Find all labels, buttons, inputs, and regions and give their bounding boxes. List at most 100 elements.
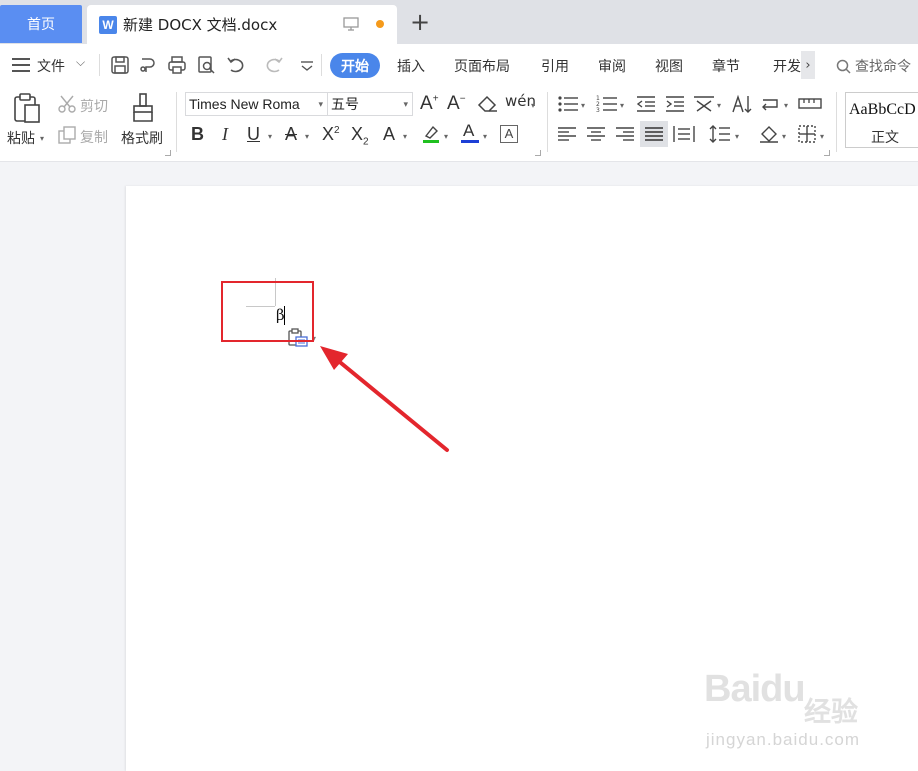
tab-view[interactable]: 视图 — [655, 56, 683, 76]
line-spacing-dropdown-icon[interactable]: ▾ — [735, 132, 739, 141]
menu-bar: 文件 ⌵ ▾ ▾ 开始 插入 页面布局 引用 审阅 视图 章节 开发 › 查找命… — [0, 44, 918, 115]
font-color-dropdown-icon[interactable]: ▾ — [483, 132, 487, 141]
tab-developer[interactable]: 开发 — [773, 56, 801, 76]
more-tabs-button[interactable]: › — [801, 51, 815, 79]
scissors-icon[interactable] — [57, 94, 77, 114]
watermark-url: jingyan.baidu.com — [706, 730, 861, 749]
underline-dropdown-icon[interactable]: ▾ — [268, 132, 272, 141]
tab-references[interactable]: 引用 — [541, 56, 569, 76]
text-direction-icon[interactable] — [692, 94, 716, 114]
clear-format-icon[interactable] — [477, 95, 499, 113]
save-icon[interactable] — [110, 55, 130, 75]
bullet-list-icon[interactable] — [557, 95, 579, 113]
annotation-arrow-icon — [320, 346, 449, 452]
paragraph-marks-dropdown-icon[interactable]: ▾ — [784, 101, 788, 110]
paragraph-launcher-icon[interactable] — [824, 150, 830, 156]
monitor-icon[interactable] — [343, 17, 359, 31]
watermark-logo: Baidu — [704, 668, 806, 710]
strikethrough-dropdown-icon[interactable]: ▾ — [305, 132, 309, 141]
font-size-select[interactable]: 五号 ▾ — [327, 92, 413, 116]
numbered-dropdown-icon[interactable]: ▾ — [620, 101, 624, 110]
baidu-jingyan-watermark: Baidu 经验 jingyan.baidu.com — [704, 668, 874, 758]
borders-icon[interactable] — [797, 124, 817, 144]
font-name-value: Times New Roma — [189, 96, 300, 112]
unsaved-dot-icon — [376, 20, 384, 28]
tab-review[interactable]: 审阅 — [598, 56, 626, 76]
align-justify-icon — [645, 127, 663, 141]
highlight-dropdown-icon[interactable]: ▾ — [444, 132, 448, 141]
tab-page-layout[interactable]: 页面布局 — [454, 56, 510, 76]
search-commands[interactable]: 查找命令 — [836, 56, 911, 76]
tab-home-ribbon[interactable]: 开始 — [330, 53, 380, 78]
text-direction-dropdown-icon[interactable]: ▾ — [717, 101, 721, 110]
shrink-font-icon[interactable]: A− — [447, 93, 466, 115]
copy-label[interactable]: 复制 — [80, 127, 108, 147]
print-preview-icon[interactable] — [196, 55, 216, 75]
subscript-icon[interactable]: X2 — [351, 124, 369, 148]
text-effect-dropdown-icon[interactable]: ▾ — [403, 132, 407, 141]
shading-icon[interactable] — [758, 124, 780, 144]
chevron-down-icon: ▾ — [403, 99, 408, 109]
clipboard-launcher-icon[interactable] — [165, 150, 171, 156]
chevron-down-icon[interactable]: ⌵ — [76, 55, 85, 70]
writer-doc-icon: W — [99, 15, 117, 34]
tab-section[interactable]: 章节 — [712, 56, 740, 76]
format-painter-icon[interactable] — [130, 92, 156, 124]
align-right-icon[interactable] — [615, 126, 635, 142]
increase-indent-icon[interactable] — [664, 95, 686, 113]
font-color-icon[interactable]: A — [461, 121, 479, 145]
italic-icon[interactable]: I — [222, 124, 228, 145]
tab-document[interactable]: W 新建 DOCX 文档.docx — [87, 5, 397, 44]
bold-icon[interactable]: B — [191, 124, 204, 145]
underline-icon[interactable]: U — [247, 124, 260, 145]
tab-home[interactable]: 首页 — [0, 5, 82, 43]
font-size-value: 五号 — [331, 96, 359, 112]
customize-toolbar-icon[interactable] — [297, 55, 317, 75]
phonetic-dropdown-icon[interactable]: ▾ — [531, 101, 535, 110]
bullet-dropdown-icon[interactable]: ▾ — [581, 101, 585, 110]
cut-label[interactable]: 剪切 — [80, 96, 108, 116]
decrease-indent-icon[interactable] — [635, 95, 657, 113]
style-name: 正文 — [871, 130, 899, 146]
copy-icon[interactable] — [57, 125, 77, 145]
search-icon — [836, 59, 851, 74]
align-left-icon[interactable] — [557, 126, 577, 142]
text-effect-icon[interactable]: A — [383, 124, 395, 145]
highlight-icon[interactable] — [421, 124, 441, 144]
format-painter-label[interactable]: 格式刷 — [121, 128, 163, 148]
redo-icon[interactable] — [264, 55, 284, 75]
character-border-icon[interactable]: A — [500, 125, 518, 143]
paste-dropdown-icon[interactable]: ▾ — [40, 134, 44, 143]
watermark-name: 经验 — [804, 697, 858, 728]
tab-bar: 首页 W 新建 DOCX 文档.docx + — [0, 0, 918, 44]
justify-button[interactable] — [640, 121, 668, 147]
numbered-list-icon[interactable]: 123 — [596, 95, 618, 113]
export-icon[interactable] — [138, 55, 158, 75]
paste-label[interactable]: 粘贴 — [7, 128, 35, 148]
paste-icon[interactable] — [12, 92, 42, 124]
svg-text:3: 3 — [596, 107, 600, 113]
sort-icon[interactable] — [731, 94, 753, 114]
superscript-icon[interactable]: X2 — [322, 124, 340, 145]
shading-dropdown-icon[interactable]: ▾ — [782, 132, 786, 141]
paragraph-marks-icon[interactable] — [760, 95, 782, 113]
ruler-icon[interactable] — [798, 96, 822, 110]
print-icon[interactable] — [167, 55, 187, 75]
align-center-icon[interactable] — [586, 126, 606, 142]
distribute-icon[interactable] — [673, 125, 695, 143]
style-normal[interactable]: AaBbCcD 正文 — [845, 92, 918, 148]
line-spacing-icon[interactable] — [709, 124, 731, 144]
grow-font-icon[interactable]: A+ — [420, 93, 439, 115]
tab-insert[interactable]: 插入 — [397, 56, 425, 76]
hamburger-menu-icon[interactable] — [12, 58, 30, 72]
file-menu[interactable]: 文件 — [37, 56, 65, 76]
borders-dropdown-icon[interactable]: ▾ — [820, 132, 824, 141]
new-tab-button[interactable]: + — [408, 10, 432, 34]
undo-icon[interactable] — [226, 55, 246, 75]
document-tab-title: 新建 DOCX 文档.docx — [123, 16, 278, 34]
font-launcher-icon[interactable] — [535, 150, 541, 156]
style-sample: AaBbCcD — [849, 101, 916, 118]
font-name-select[interactable]: Times New Roma ▾ — [185, 92, 328, 116]
chevron-down-icon: ▾ — [318, 99, 323, 109]
strikethrough-icon[interactable]: A — [285, 124, 297, 145]
